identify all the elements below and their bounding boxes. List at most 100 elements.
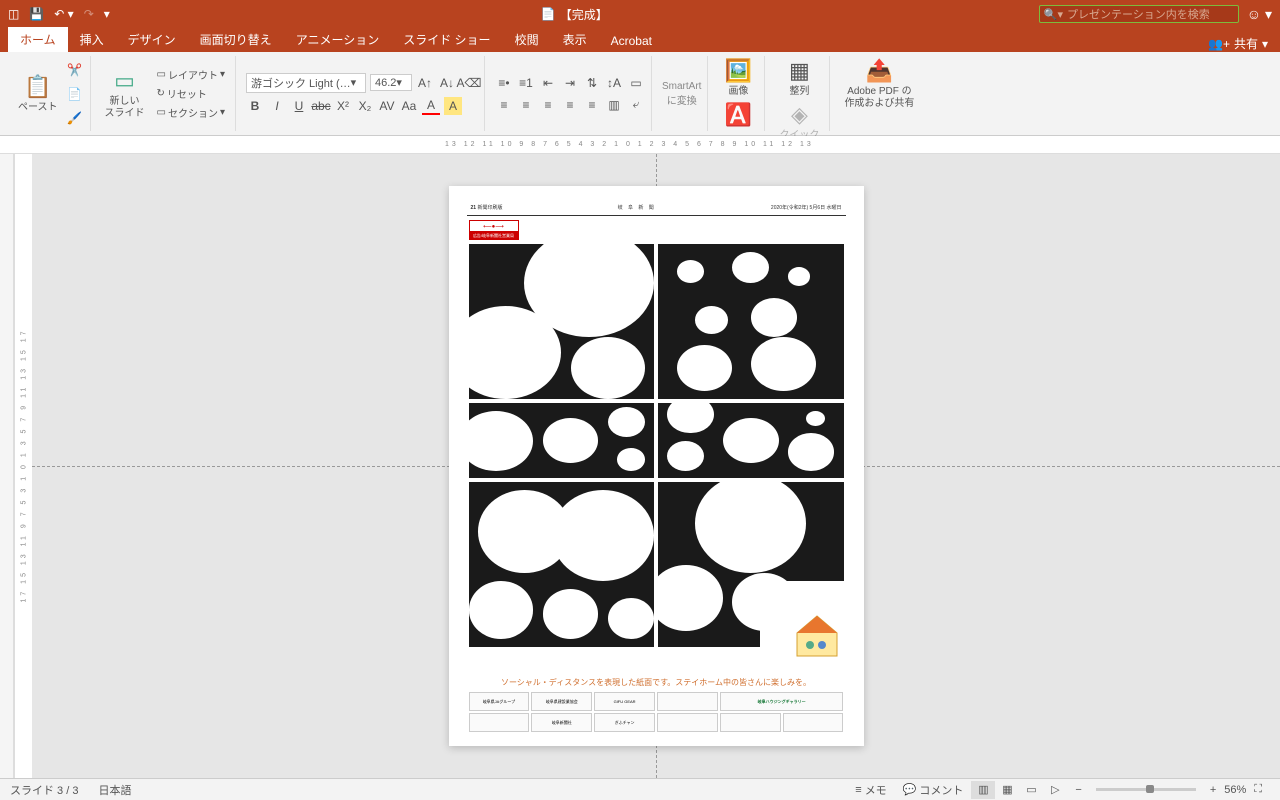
user-icon[interactable]: ☺ ▾ <box>1247 6 1272 23</box>
zoom-in-button[interactable]: + <box>1202 784 1224 796</box>
slide-counter: スライド 3 / 3 <box>10 782 78 798</box>
editor-content: 17 15 13 11 9 7 5 3 1 0 1 3 5 7 9 11 13 … <box>0 154 1280 778</box>
save-icon[interactable]: 💾 <box>29 7 44 21</box>
tab-transitions[interactable]: 画面切り替え <box>188 27 284 52</box>
ribbon: 📋 ペースト ✂️ 📄 🖌️ ▭ 新しい スライド ▭ レイアウト ▾ ↻ リセ… <box>0 52 1280 136</box>
dot-art-grid <box>469 244 844 647</box>
sponsor-cell <box>657 692 718 711</box>
sponsor-cell: 岐阜県建設業協会 <box>531 692 592 711</box>
pdf-icon: 📤 <box>866 58 893 84</box>
search-input[interactable]: 🔍▾ プレゼンテーション内を検索 <box>1039 5 1239 23</box>
redo-icon[interactable]: ↷ <box>84 7 94 21</box>
font-color-icon[interactable]: A <box>422 97 440 115</box>
textbox-icon: 🅰️ <box>725 102 752 128</box>
clipboard-icon: 📋 <box>24 74 51 100</box>
group-paragraph: ≡• ≡1 ⇤ ⇥ ⇅ ↕A ▭ ≡ ≡ ≡ ≡ ≡ ▥ ⤶ <box>489 56 652 131</box>
paste-button[interactable]: 📋 ペースト <box>14 72 62 116</box>
superscript-icon[interactable]: X² <box>334 97 352 115</box>
arrange-button[interactable]: ▦ 整列 <box>775 56 823 100</box>
section-button[interactable]: ▭ セクション ▾ <box>153 104 229 121</box>
char-spacing-icon[interactable]: AV <box>378 97 396 115</box>
font-size-dropdown[interactable]: 46.2 ▾ <box>370 74 412 91</box>
bullets-icon[interactable]: ≡• <box>495 74 513 92</box>
reading-view-icon[interactable]: ▭ <box>1019 781 1043 799</box>
tab-review[interactable]: 校閲 <box>503 27 551 52</box>
align-text-icon[interactable]: ▭ <box>627 74 645 92</box>
align-center-icon[interactable]: ≡ <box>517 96 535 114</box>
indent-inc-icon[interactable]: ⇥ <box>561 74 579 92</box>
tab-animations[interactable]: アニメーション <box>284 27 392 52</box>
zoom-slider[interactable] <box>1096 788 1196 791</box>
view-menu-icon[interactable]: ◫ <box>8 7 19 21</box>
numbering-icon[interactable]: ≡1 <box>517 74 535 92</box>
tab-insert[interactable]: 挿入 <box>68 27 116 52</box>
tab-acrobat[interactable]: Acrobat <box>599 30 664 52</box>
wrap-icon[interactable]: ⤶ <box>627 96 645 114</box>
horizontal-ruler: 13 12 11 10 9 8 7 6 5 4 3 2 1 0 1 2 3 4 … <box>0 136 1280 154</box>
columns-icon[interactable]: ▥ <box>605 96 623 114</box>
strike-icon[interactable]: abc <box>312 97 330 115</box>
new-slide-icon: ▭ <box>114 68 135 94</box>
underline-icon[interactable]: U <box>290 97 308 115</box>
quick-access-toolbar: ◫ 💾 ↶ ▾ ↷ ▾ <box>8 7 110 21</box>
copy-icon[interactable]: 📄 <box>66 85 84 103</box>
reset-button[interactable]: ↻ リセット <box>153 85 229 102</box>
italic-icon[interactable]: I <box>268 97 286 115</box>
sponsor-cell: ぎふチャン <box>594 713 655 732</box>
cut-icon[interactable]: ✂️ <box>66 61 84 79</box>
comments-button[interactable]: 💬 コメント <box>895 782 972 798</box>
shrink-font-icon[interactable]: A↓ <box>438 74 456 92</box>
normal-view-icon[interactable]: ▥ <box>971 781 995 799</box>
format-painter-icon[interactable]: 🖌️ <box>66 109 84 127</box>
tab-design[interactable]: デザイン <box>116 27 188 52</box>
adobe-pdf-button[interactable]: 📤 Adobe PDF の 作成および共有 <box>840 56 918 112</box>
smartart-button[interactable] <box>675 56 715 60</box>
statusbar: スライド 3 / 3 日本語 ≡ メモ 💬 コメント ▥ ▦ ▭ ▷ − + 5… <box>0 778 1280 800</box>
slide-canvas[interactable]: 21 新聞印刷版 岐 阜 新 聞 2020年(令和2年) 5月6日 水曜日 ⟵●… <box>32 154 1280 778</box>
zoom-out-button[interactable]: − <box>1067 784 1089 796</box>
sponsor-cell: 岐阜ハウジングギャラリー <box>720 692 844 711</box>
sponsor-cell <box>657 713 718 732</box>
text-box-button[interactable]: 🅰️ <box>718 100 758 132</box>
align-left-icon[interactable]: ≡ <box>495 96 513 114</box>
layout-button[interactable]: ▭ レイアウト ▾ <box>153 66 229 83</box>
zoom-level[interactable]: 56% <box>1224 784 1246 796</box>
subscript-icon[interactable]: X₂ <box>356 97 374 115</box>
tab-view[interactable]: 表示 <box>551 27 599 52</box>
tagline-text: ソーシャル・ディスタンスを表現した紙面です。ステイホーム中の皆さんに楽しみを。 <box>469 677 844 688</box>
line-spacing-icon[interactable]: ⇅ <box>583 74 601 92</box>
share-button[interactable]: 👥+ 共有 ▾ <box>1208 35 1268 52</box>
sponsor-cell: 岐阜新聞社 <box>531 713 592 732</box>
undo-icon[interactable]: ↶ ▾ <box>54 7 73 21</box>
sponsor-cell: GIFU GEAR <box>594 692 655 711</box>
align-right-icon[interactable]: ≡ <box>539 96 557 114</box>
new-slide-button[interactable]: ▭ 新しい スライド <box>101 66 149 122</box>
picture-button[interactable]: 🖼️ 画像 <box>718 56 758 100</box>
tab-home[interactable]: ホーム <box>8 27 68 52</box>
slideshow-view-icon[interactable]: ▷ <box>1043 781 1067 799</box>
bold-icon[interactable]: B <box>246 97 264 115</box>
change-case-icon[interactable]: Aa <box>400 97 418 115</box>
slide-thumbnail-panel[interactable] <box>0 154 14 778</box>
distribute-icon[interactable]: ≡ <box>583 96 601 114</box>
language-indicator[interactable]: 日本語 <box>98 782 131 798</box>
arrange-icon: ▦ <box>789 58 810 84</box>
clear-format-icon[interactable]: A⌫ <box>460 74 478 92</box>
search-icon: 🔍▾ <box>1044 8 1063 21</box>
justify-icon[interactable]: ≡ <box>561 96 579 114</box>
file-icon: 📄 <box>541 7 556 21</box>
sponsor-cell <box>469 713 530 732</box>
indent-dec-icon[interactable]: ⇤ <box>539 74 557 92</box>
notes-button[interactable]: ≡ メモ <box>847 782 894 798</box>
tab-slideshow[interactable]: スライド ショー <box>391 27 502 52</box>
grow-font-icon[interactable]: A↑ <box>416 74 434 92</box>
fit-to-window-icon[interactable]: ⛶ <box>1246 783 1270 796</box>
stay-home-icon <box>792 611 842 661</box>
sorter-view-icon[interactable]: ▦ <box>995 781 1019 799</box>
group-slides: ▭ 新しい スライド ▭ レイアウト ▾ ↻ リセット ▭ セクション ▾ <box>95 56 236 131</box>
highlight-icon[interactable]: A <box>444 97 462 115</box>
font-name-dropdown[interactable]: 游ゴシック Light (… ▾ <box>246 73 366 93</box>
text-direction-icon[interactable]: ↕A <box>605 74 623 92</box>
slide[interactable]: 21 新聞印刷版 岐 阜 新 聞 2020年(令和2年) 5月6日 水曜日 ⟵●… <box>449 186 864 746</box>
group-clipboard: 📋 ペースト ✂️ 📄 🖌️ <box>8 56 91 131</box>
